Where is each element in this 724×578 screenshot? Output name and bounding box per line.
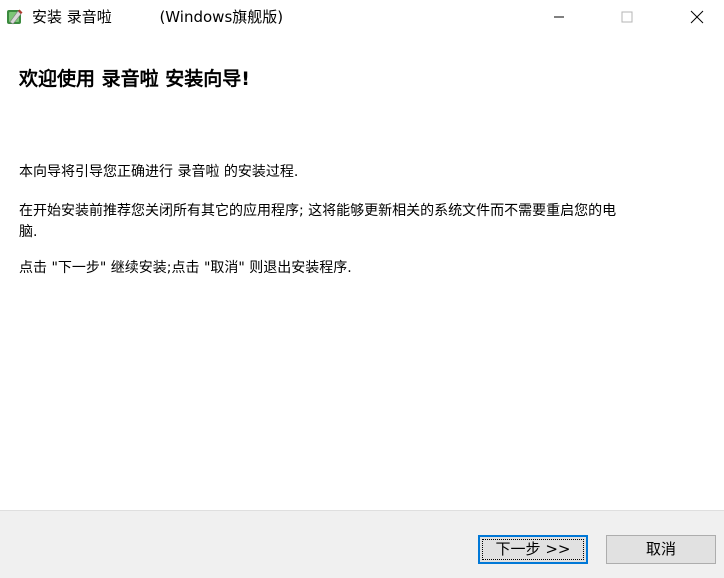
installer-window: 安装 录音啦 (Windows旗舰版) 欢迎使用 录音啦 安装向导! 本向导将引… bbox=[0, 0, 724, 578]
maximize-icon bbox=[621, 11, 633, 23]
instruction-paragraph: 点击 "下一步" 继续安装;点击 "取消" 则退出安装程序. bbox=[19, 260, 352, 276]
maximize-button[interactable] bbox=[604, 0, 650, 34]
installer-app-icon bbox=[7, 9, 23, 25]
close-button[interactable] bbox=[674, 0, 720, 34]
cancel-button[interactable]: 取消 bbox=[606, 535, 716, 564]
next-button[interactable]: 下一步 >> bbox=[478, 535, 588, 564]
recommendation-paragraph: 在开始安装前推荐您关闭所有其它的应用程序; 这将能够更新相关的系统文件而不需要重… bbox=[19, 203, 617, 240]
focus-ring bbox=[482, 539, 584, 560]
button-bar: 下一步 >> 取消 bbox=[0, 510, 724, 578]
cancel-button-label: 取消 bbox=[645, 540, 676, 558]
minimize-icon bbox=[554, 16, 564, 18]
title-bar[interactable]: 安装 录音啦 (Windows旗舰版) bbox=[0, 0, 724, 34]
close-icon bbox=[690, 10, 704, 24]
welcome-heading: 欢迎使用 录音啦 安装向导! bbox=[19, 68, 250, 90]
window-title: 安装 录音啦 (Windows旗舰版) bbox=[32, 8, 284, 26]
intro-paragraph: 本向导将引导您正确进行 录音啦 的安装过程. bbox=[19, 164, 299, 180]
minimize-button[interactable] bbox=[536, 0, 582, 34]
